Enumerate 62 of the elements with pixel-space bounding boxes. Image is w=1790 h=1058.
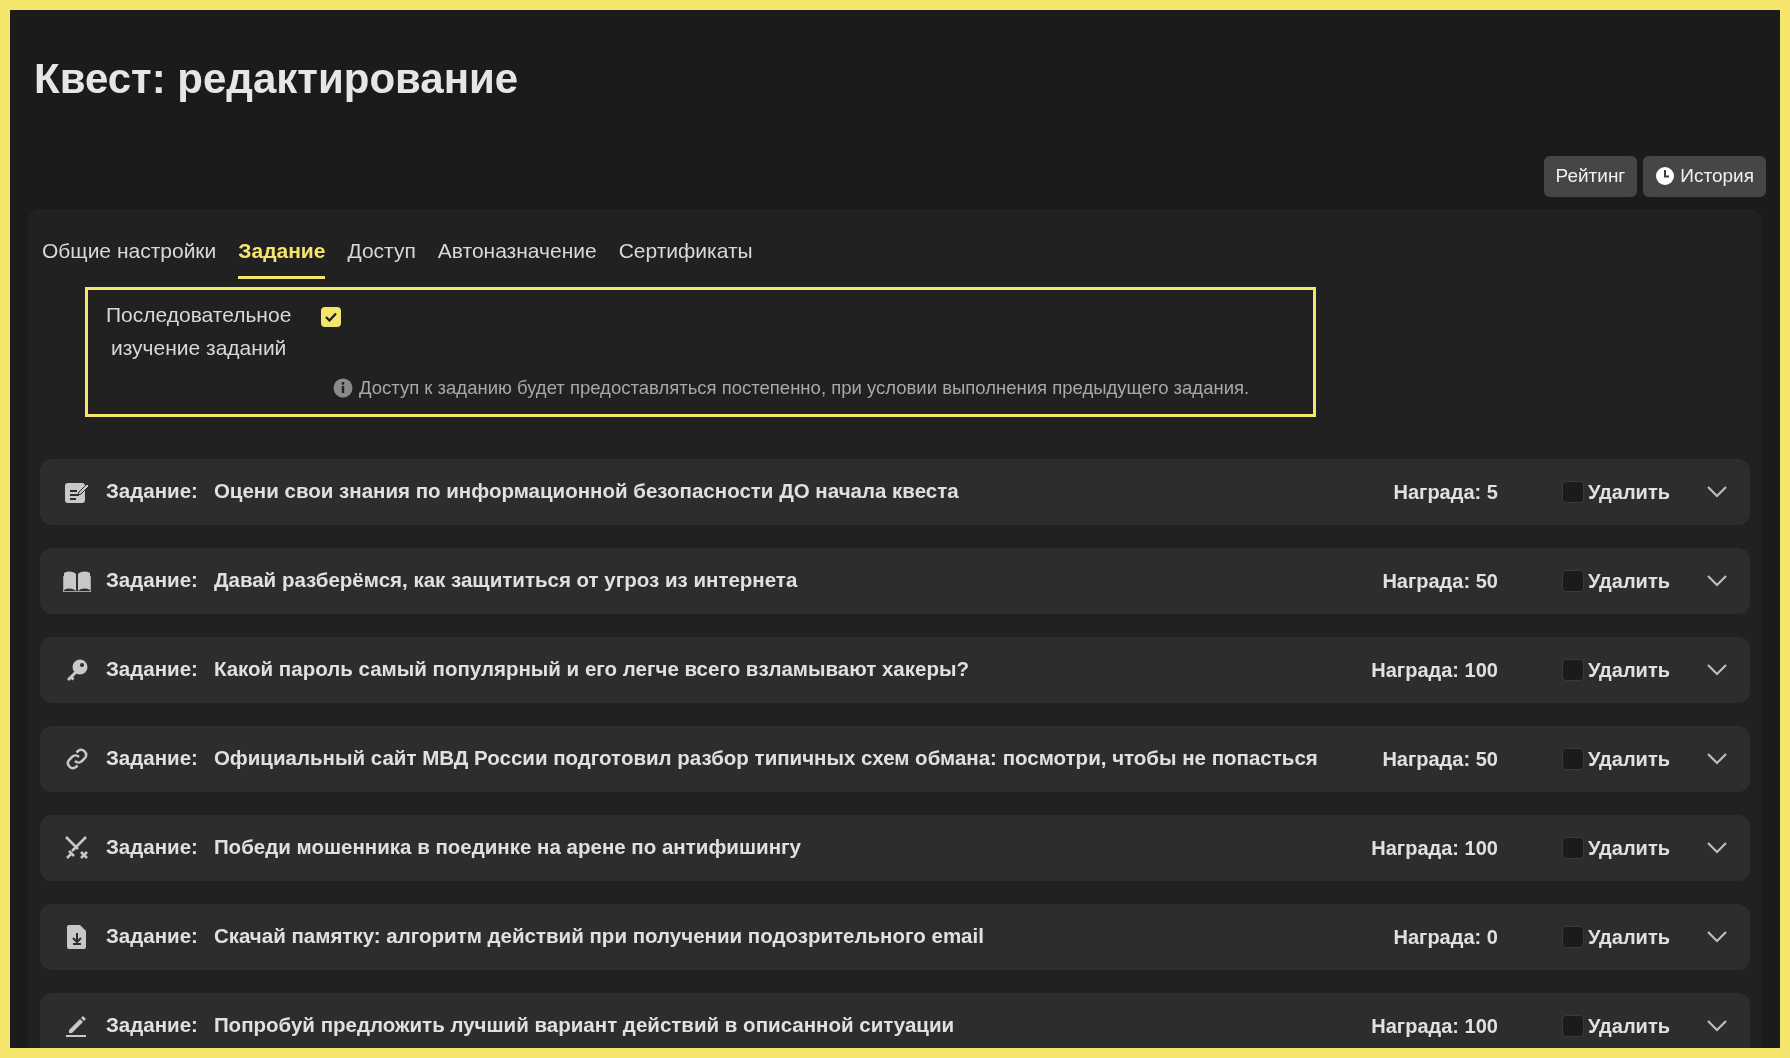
task-prefix: Задание: [106, 923, 198, 950]
crossed-swords-icon [64, 834, 90, 861]
delete-checkbox[interactable]: Удалить [1561, 743, 1670, 774]
task-title: Официальный сайт МВД России подготовил разбор типичных схем обмана: посмотри, чтобы не попасться [213, 745, 1319, 772]
task-prefix: Задание: [106, 567, 198, 594]
task-prefix: Задание: [106, 656, 198, 683]
tab[interactable]: Автоназначение [437, 228, 597, 279]
task-row[interactable]: Задание: Какой пароль самый популярный и его легче всего взламывают хакеры? Награда: 100 Удалить [40, 636, 1750, 703]
task-prefix: Задание: [106, 834, 198, 861]
delete-checkbox[interactable]: Удалить [1561, 476, 1670, 507]
task-title: Какой пароль самый популярный и его легче всего взламывают хакеры? [213, 656, 970, 683]
tab[interactable]: Сертификаты [618, 228, 753, 279]
task-title: Скачай памятку: алгоритм действий при получении подозрительного email [213, 923, 985, 950]
task-title: Победи мошенника в поединке на арене по антифишингу [213, 834, 802, 861]
reward-text: Награда: 100 [1371, 657, 1498, 683]
hint-text: Доступ к заданию будет предоставляться постепенно, при условии выполнения предыдущего задания. [359, 376, 1250, 400]
tab[interactable]: Общие настройки [42, 228, 217, 279]
key-icon [65, 657, 89, 682]
task-title: Оцени свои знания по информационной безопасности ДО начала квеста [213, 478, 960, 505]
chevron-down-icon[interactable] [1706, 751, 1728, 766]
reward-text: Награда: 100 [1371, 1013, 1498, 1039]
task-title: Попробуй предложить лучший вариант действий в описанной ситуации [213, 1012, 956, 1039]
clock-icon [1655, 166, 1676, 186]
reward-text: Награда: 50 [1382, 568, 1498, 594]
task-title: Давай разберёмся, как защититься от угроз из интернета [213, 567, 799, 594]
delete-checkbox[interactable]: Удалить [1561, 1010, 1670, 1041]
task-prefix: Задание: [106, 478, 198, 505]
task-row[interactable]: Задание: Попробуй предложить лучший вариант действий в описанной ситуации Награда: 100 Удалить [40, 992, 1750, 1048]
chevron-down-icon[interactable] [1706, 1018, 1728, 1033]
reward-text: Награда: 50 [1382, 746, 1498, 772]
info-icon [333, 377, 353, 398]
chevron-down-icon[interactable] [1706, 929, 1728, 944]
open-book-icon [63, 569, 91, 592]
task-prefix: Задание: [106, 745, 198, 772]
chevron-down-icon[interactable] [1706, 484, 1728, 499]
tab[interactable]: Задание [238, 228, 326, 279]
tab[interactable]: Доступ [347, 228, 416, 279]
header-button[interactable]: Рейтинг [1543, 155, 1638, 197]
delete-checkbox[interactable]: Удалить [1561, 565, 1670, 596]
check-icon [325, 312, 338, 322]
task-row[interactable]: Задание: Официальный сайт МВД России подготовил разбор типичных схем обмана: посмотри, чтобы не попасться Награда: 50 Удалить [40, 725, 1750, 792]
delete-checkbox[interactable]: Удалить [1561, 832, 1670, 863]
file-download-icon [67, 923, 87, 950]
chevron-down-icon[interactable] [1706, 573, 1728, 588]
delete-checkbox[interactable]: Удалить [1561, 654, 1670, 685]
chevron-down-icon[interactable] [1706, 840, 1728, 855]
pencil-icon [65, 1013, 89, 1038]
chevron-down-icon[interactable] [1706, 662, 1728, 677]
task-prefix: Задание: [106, 1012, 198, 1039]
delete-checkbox[interactable]: Удалить [1561, 921, 1670, 952]
header-button[interactable]: История [1643, 155, 1766, 197]
page-title: Квест: редактирование [34, 54, 519, 104]
task-row[interactable]: Задание: Оцени свои знания по информационной безопасности ДО начала квеста Награда: 5 Удалить [40, 458, 1750, 525]
reward-text: Награда: 5 [1393, 479, 1498, 505]
setting-label: Последовательное изучение заданий [106, 302, 292, 361]
link-icon [65, 746, 89, 771]
task-row[interactable]: Задание: Скачай памятку: алгоритм действий при получении подозрительного email Награда: 0 Удалить [40, 903, 1750, 970]
task-row[interactable]: Задание: Победи мошенника в поединке на арене по антифишингу Награда: 100 Удалить [40, 814, 1750, 881]
reward-text: Награда: 100 [1371, 835, 1498, 861]
task-row[interactable]: Задание: Давай разберёмся, как защититься от угроз из интернета Награда: 50 Удалить [40, 547, 1750, 614]
checkbox[interactable] [321, 307, 342, 327]
reward-text: Награда: 0 [1393, 924, 1498, 950]
